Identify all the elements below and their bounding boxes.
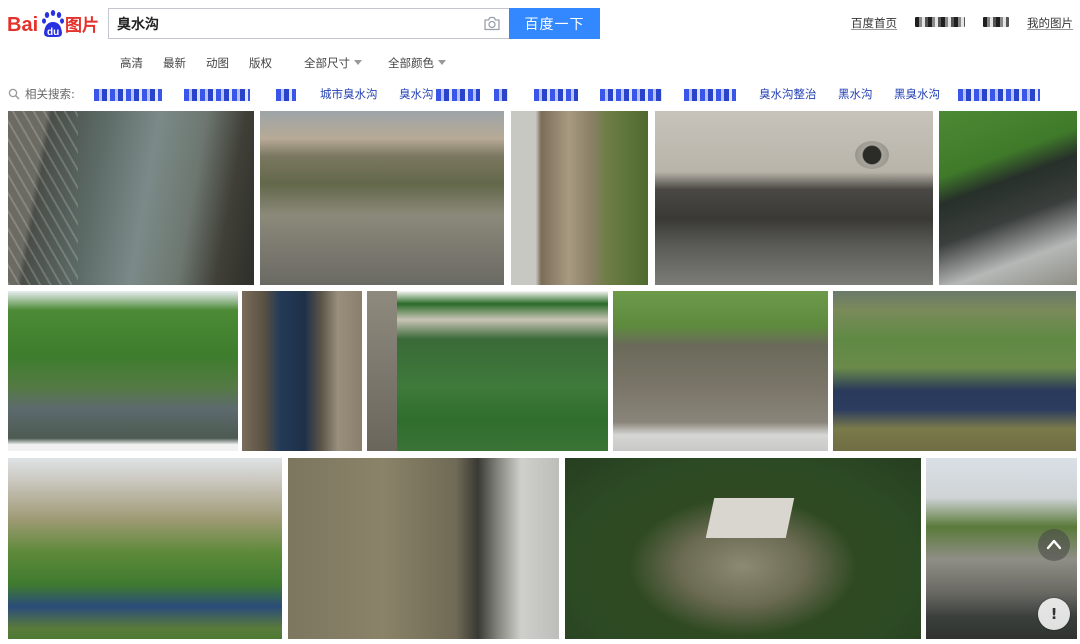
related-item-redacted[interactable]: [184, 89, 250, 101]
chevron-down-icon: [438, 60, 446, 65]
image-result[interactable]: [565, 458, 921, 639]
my-images-link[interactable]: 我的图片: [1027, 15, 1073, 31]
camera-icon[interactable]: [483, 15, 501, 32]
filter-color-label: 全部颜色: [388, 56, 434, 70]
related-item-black-ditch[interactable]: 黑水沟: [838, 86, 873, 102]
image-stream-with-person: [8, 458, 282, 639]
top-links: 百度首页 我的图片: [833, 15, 1073, 31]
image-result[interactable]: [511, 111, 648, 285]
related-item-city-ditch[interactable]: 城市臭水沟: [320, 86, 378, 102]
image-duckweed-swimmer: [565, 458, 921, 639]
user-name-redacted[interactable]: [915, 16, 965, 30]
image-dry-canal-trash: [511, 111, 648, 285]
related-item-redacted[interactable]: [494, 89, 508, 101]
related-item-redacted[interactable]: [600, 89, 662, 101]
search-input[interactable]: [109, 9, 469, 38]
image-trash-shallow-water: [613, 291, 828, 451]
baidu-home-link[interactable]: 百度首页: [851, 15, 897, 31]
image-result[interactable]: [613, 291, 828, 451]
logo-text-bai: Bai: [7, 14, 38, 36]
scroll-top-button[interactable]: [1038, 529, 1070, 561]
related-searches: 相关搜索: 城市臭水沟 臭水沟 臭水沟整治 黑水沟 黑臭水沟: [8, 85, 1072, 103]
related-item-redacted[interactable]: [94, 89, 162, 101]
chevron-down-icon: [354, 60, 362, 65]
image-result[interactable]: [367, 291, 608, 451]
filter-latest-label: 最新: [163, 56, 186, 70]
feedback-button[interactable]: !: [1038, 598, 1070, 630]
filter-copyright[interactable]: 版权: [249, 55, 272, 71]
related-item-redacted[interactable]: [276, 89, 296, 101]
baidu-paw-logo: Bai du 图片: [7, 10, 99, 38]
filter-hd-label: 高清: [120, 56, 143, 70]
image-result[interactable]: [242, 291, 362, 451]
related-item-black-smelly-ditch[interactable]: 黑臭水沟: [894, 86, 940, 102]
filter-copyright-label: 版权: [249, 56, 272, 70]
search-button[interactable]: 百度一下: [509, 8, 600, 39]
image-canal-bank: [367, 291, 397, 451]
image-winding-black-stream: [833, 291, 1076, 451]
search-icon: [8, 88, 20, 100]
image-fence-overlay: [8, 111, 78, 285]
filter-hd[interactable]: 高清: [120, 55, 143, 71]
user-menu-redacted[interactable]: [983, 16, 1009, 30]
image-result[interactable]: [655, 111, 933, 285]
image-result[interactable]: [939, 111, 1077, 285]
logo-text-images: 图片: [65, 15, 99, 36]
related-item-redacted[interactable]: [534, 89, 578, 101]
image-dark-narrow-ditch: [242, 291, 362, 451]
image-result[interactable]: [288, 458, 559, 639]
related-item-redacted[interactable]: [958, 89, 1040, 101]
logo-text-du: du: [47, 27, 59, 38]
related-item-redacted[interactable]: [684, 89, 736, 101]
related-item-redacted[interactable]: [436, 89, 480, 101]
image-green-canal-trees: [8, 291, 238, 451]
image-trash-river-town: [260, 111, 504, 285]
image-algae-green-canal: [367, 291, 608, 451]
image-result[interactable]: [8, 111, 254, 285]
filter-size-dropdown[interactable]: 全部尺寸: [304, 55, 362, 71]
image-result[interactable]: [833, 291, 1076, 451]
image-result[interactable]: [8, 458, 282, 639]
baidu-images-logo[interactable]: Bai du 图片: [7, 6, 103, 40]
search-box[interactable]: [108, 8, 509, 39]
image-drain-pipe-wall: [655, 111, 933, 285]
image-scum-covered-water: [288, 458, 559, 639]
filter-size-label: 全部尺寸: [304, 56, 350, 70]
image-black-water-grass: [939, 111, 1077, 285]
related-item-ditch-remediation[interactable]: 臭水沟整治: [759, 86, 817, 102]
image-pipe-outlet: [855, 141, 889, 169]
filter-animated[interactable]: 动图: [206, 55, 229, 71]
chevron-up-icon: [1046, 539, 1062, 550]
image-floating-board: [705, 498, 795, 538]
filter-color-dropdown[interactable]: 全部颜色: [388, 55, 446, 71]
filter-bar: 高清 最新 动图 版权 全部尺寸 全部颜色: [120, 55, 472, 71]
image-result[interactable]: [260, 111, 504, 285]
related-label: 相关搜索:: [25, 87, 75, 101]
image-result[interactable]: [8, 291, 238, 451]
related-item-ditch[interactable]: 臭水沟: [399, 86, 434, 102]
filter-animated-label: 动图: [206, 56, 229, 70]
filter-latest[interactable]: 最新: [163, 55, 186, 71]
